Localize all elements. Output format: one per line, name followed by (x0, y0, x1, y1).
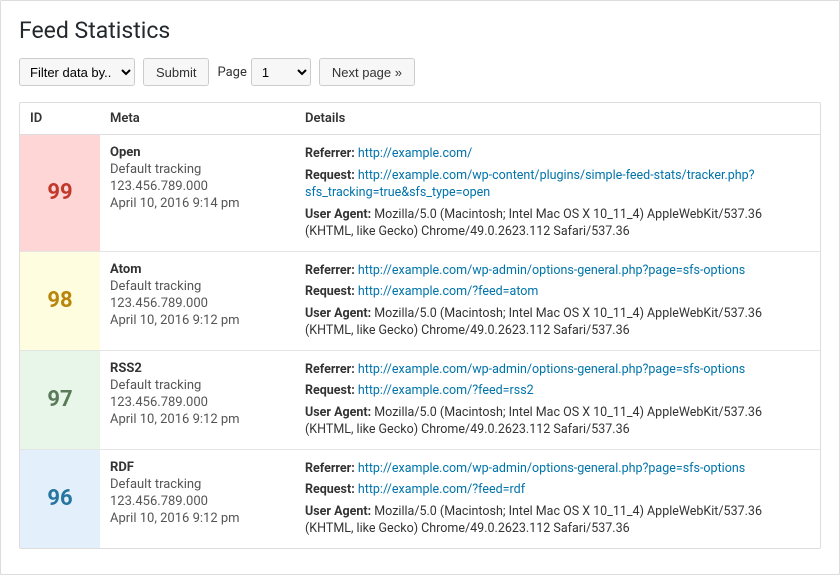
meta-tracking: Default tracking (110, 477, 285, 492)
page-title: Feed Statistics (19, 17, 821, 44)
row-details-cell: Referrer: http://example.com/ Request: h… (295, 135, 820, 252)
table-row: 99 Open Default tracking 123.456.789.000… (20, 135, 820, 252)
table-row: 96 RDF Default tracking 123.456.789.000 … (20, 449, 820, 548)
page-number-select[interactable]: 1 2 3 (251, 58, 311, 86)
agent-text: Mozilla/5.0 (Macintosh; Intel Mac OS X 1… (305, 306, 762, 339)
meta-type: RDF (110, 460, 285, 475)
row-details-cell: Referrer: http://example.com/wp-admin/op… (295, 251, 820, 350)
referrer-link[interactable]: http://example.com/wp-admin/options-gene… (358, 263, 745, 278)
referrer-label: Referrer: (305, 461, 355, 476)
agent-line: User Agent: Mozilla/5.0 (Macintosh; Inte… (305, 503, 810, 538)
request-link[interactable]: http://example.com/?feed=rss2 (358, 383, 534, 398)
referrer-label: Referrer: (305, 146, 355, 161)
meta-type: RSS2 (110, 361, 285, 376)
table-row: 97 RSS2 Default tracking 123.456.789.000… (20, 350, 820, 449)
request-link[interactable]: http://example.com/wp-content/plugins/si… (305, 168, 755, 201)
agent-line: User Agent: Mozilla/5.0 (Macintosh; Inte… (305, 404, 810, 439)
row-meta-cell: Open Default tracking 123.456.789.000 Ap… (100, 135, 295, 252)
filter-select[interactable]: Filter data by.. (19, 58, 135, 86)
agent-line: User Agent: Mozilla/5.0 (Macintosh; Inte… (305, 206, 810, 241)
row-meta-cell: Atom Default tracking 123.456.789.000 Ap… (100, 251, 295, 350)
row-id-cell: 99 (20, 135, 100, 252)
col-header-id: ID (20, 103, 100, 135)
meta-date: April 10, 2016 9:14 pm (110, 196, 285, 211)
agent-label: User Agent: (305, 504, 371, 519)
row-id-cell: 96 (20, 449, 100, 548)
page-label: Page (217, 65, 246, 80)
table-header-row: ID Meta Details (20, 103, 820, 135)
agent-text: Mozilla/5.0 (Macintosh; Intel Mac OS X 1… (305, 405, 762, 438)
meta-ip: 123.456.789.000 (110, 179, 285, 194)
submit-button[interactable]: Submit (143, 58, 209, 86)
request-label: Request: (305, 284, 355, 299)
referrer-line: Referrer: http://example.com/wp-admin/op… (305, 361, 810, 379)
request-line: Request: http://example.com/?feed=rss2 (305, 382, 810, 400)
referrer-link[interactable]: http://example.com/ (358, 146, 472, 161)
row-id-cell: 97 (20, 350, 100, 449)
referrer-line: Referrer: http://example.com/wp-admin/op… (305, 262, 810, 280)
referrer-line: Referrer: http://example.com/ (305, 145, 810, 163)
request-line: Request: http://example.com/wp-content/p… (305, 167, 810, 202)
meta-date: April 10, 2016 9:12 pm (110, 511, 285, 526)
request-label: Request: (305, 168, 355, 183)
meta-type: Open (110, 145, 285, 160)
page-selector: Page 1 2 3 (217, 58, 310, 86)
agent-text: Mozilla/5.0 (Macintosh; Intel Mac OS X 1… (305, 207, 762, 240)
row-id-cell: 98 (20, 251, 100, 350)
referrer-link[interactable]: http://example.com/wp-admin/options-gene… (358, 362, 745, 377)
meta-ip: 123.456.789.000 (110, 395, 285, 410)
agent-line: User Agent: Mozilla/5.0 (Macintosh; Inte… (305, 305, 810, 340)
row-details-cell: Referrer: http://example.com/wp-admin/op… (295, 449, 820, 548)
meta-ip: 123.456.789.000 (110, 494, 285, 509)
feed-stats-table: ID Meta Details 99 Open Default tracking… (20, 103, 820, 548)
agent-label: User Agent: (305, 207, 371, 222)
row-meta-cell: RSS2 Default tracking 123.456.789.000 Ap… (100, 350, 295, 449)
referrer-link[interactable]: http://example.com/wp-admin/options-gene… (358, 461, 745, 476)
next-page-button[interactable]: Next page » (319, 58, 415, 86)
request-line: Request: http://example.com/?feed=atom (305, 283, 810, 301)
request-label: Request: (305, 482, 355, 497)
toolbar: Filter data by.. Submit Page 1 2 3 Next … (19, 58, 821, 86)
request-link[interactable]: http://example.com/?feed=rdf (358, 482, 525, 497)
table-wrapper: ID Meta Details 99 Open Default tracking… (19, 102, 821, 549)
referrer-label: Referrer: (305, 263, 355, 278)
request-label: Request: (305, 383, 355, 398)
referrer-label: Referrer: (305, 362, 355, 377)
col-header-meta: Meta (100, 103, 295, 135)
agent-label: User Agent: (305, 405, 371, 420)
agent-text: Mozilla/5.0 (Macintosh; Intel Mac OS X 1… (305, 504, 762, 537)
referrer-line: Referrer: http://example.com/wp-admin/op… (305, 460, 810, 478)
request-link[interactable]: http://example.com/?feed=atom (358, 284, 539, 299)
meta-ip: 123.456.789.000 (110, 296, 285, 311)
meta-date: April 10, 2016 9:12 pm (110, 313, 285, 328)
page-wrapper: Feed Statistics Filter data by.. Submit … (0, 0, 840, 575)
row-meta-cell: RDF Default tracking 123.456.789.000 Apr… (100, 449, 295, 548)
row-details-cell: Referrer: http://example.com/wp-admin/op… (295, 350, 820, 449)
meta-type: Atom (110, 262, 285, 277)
meta-date: April 10, 2016 9:12 pm (110, 412, 285, 427)
meta-tracking: Default tracking (110, 162, 285, 177)
agent-label: User Agent: (305, 306, 371, 321)
meta-tracking: Default tracking (110, 378, 285, 393)
meta-tracking: Default tracking (110, 279, 285, 294)
request-line: Request: http://example.com/?feed=rdf (305, 481, 810, 499)
col-header-details: Details (295, 103, 820, 135)
table-row: 98 Atom Default tracking 123.456.789.000… (20, 251, 820, 350)
